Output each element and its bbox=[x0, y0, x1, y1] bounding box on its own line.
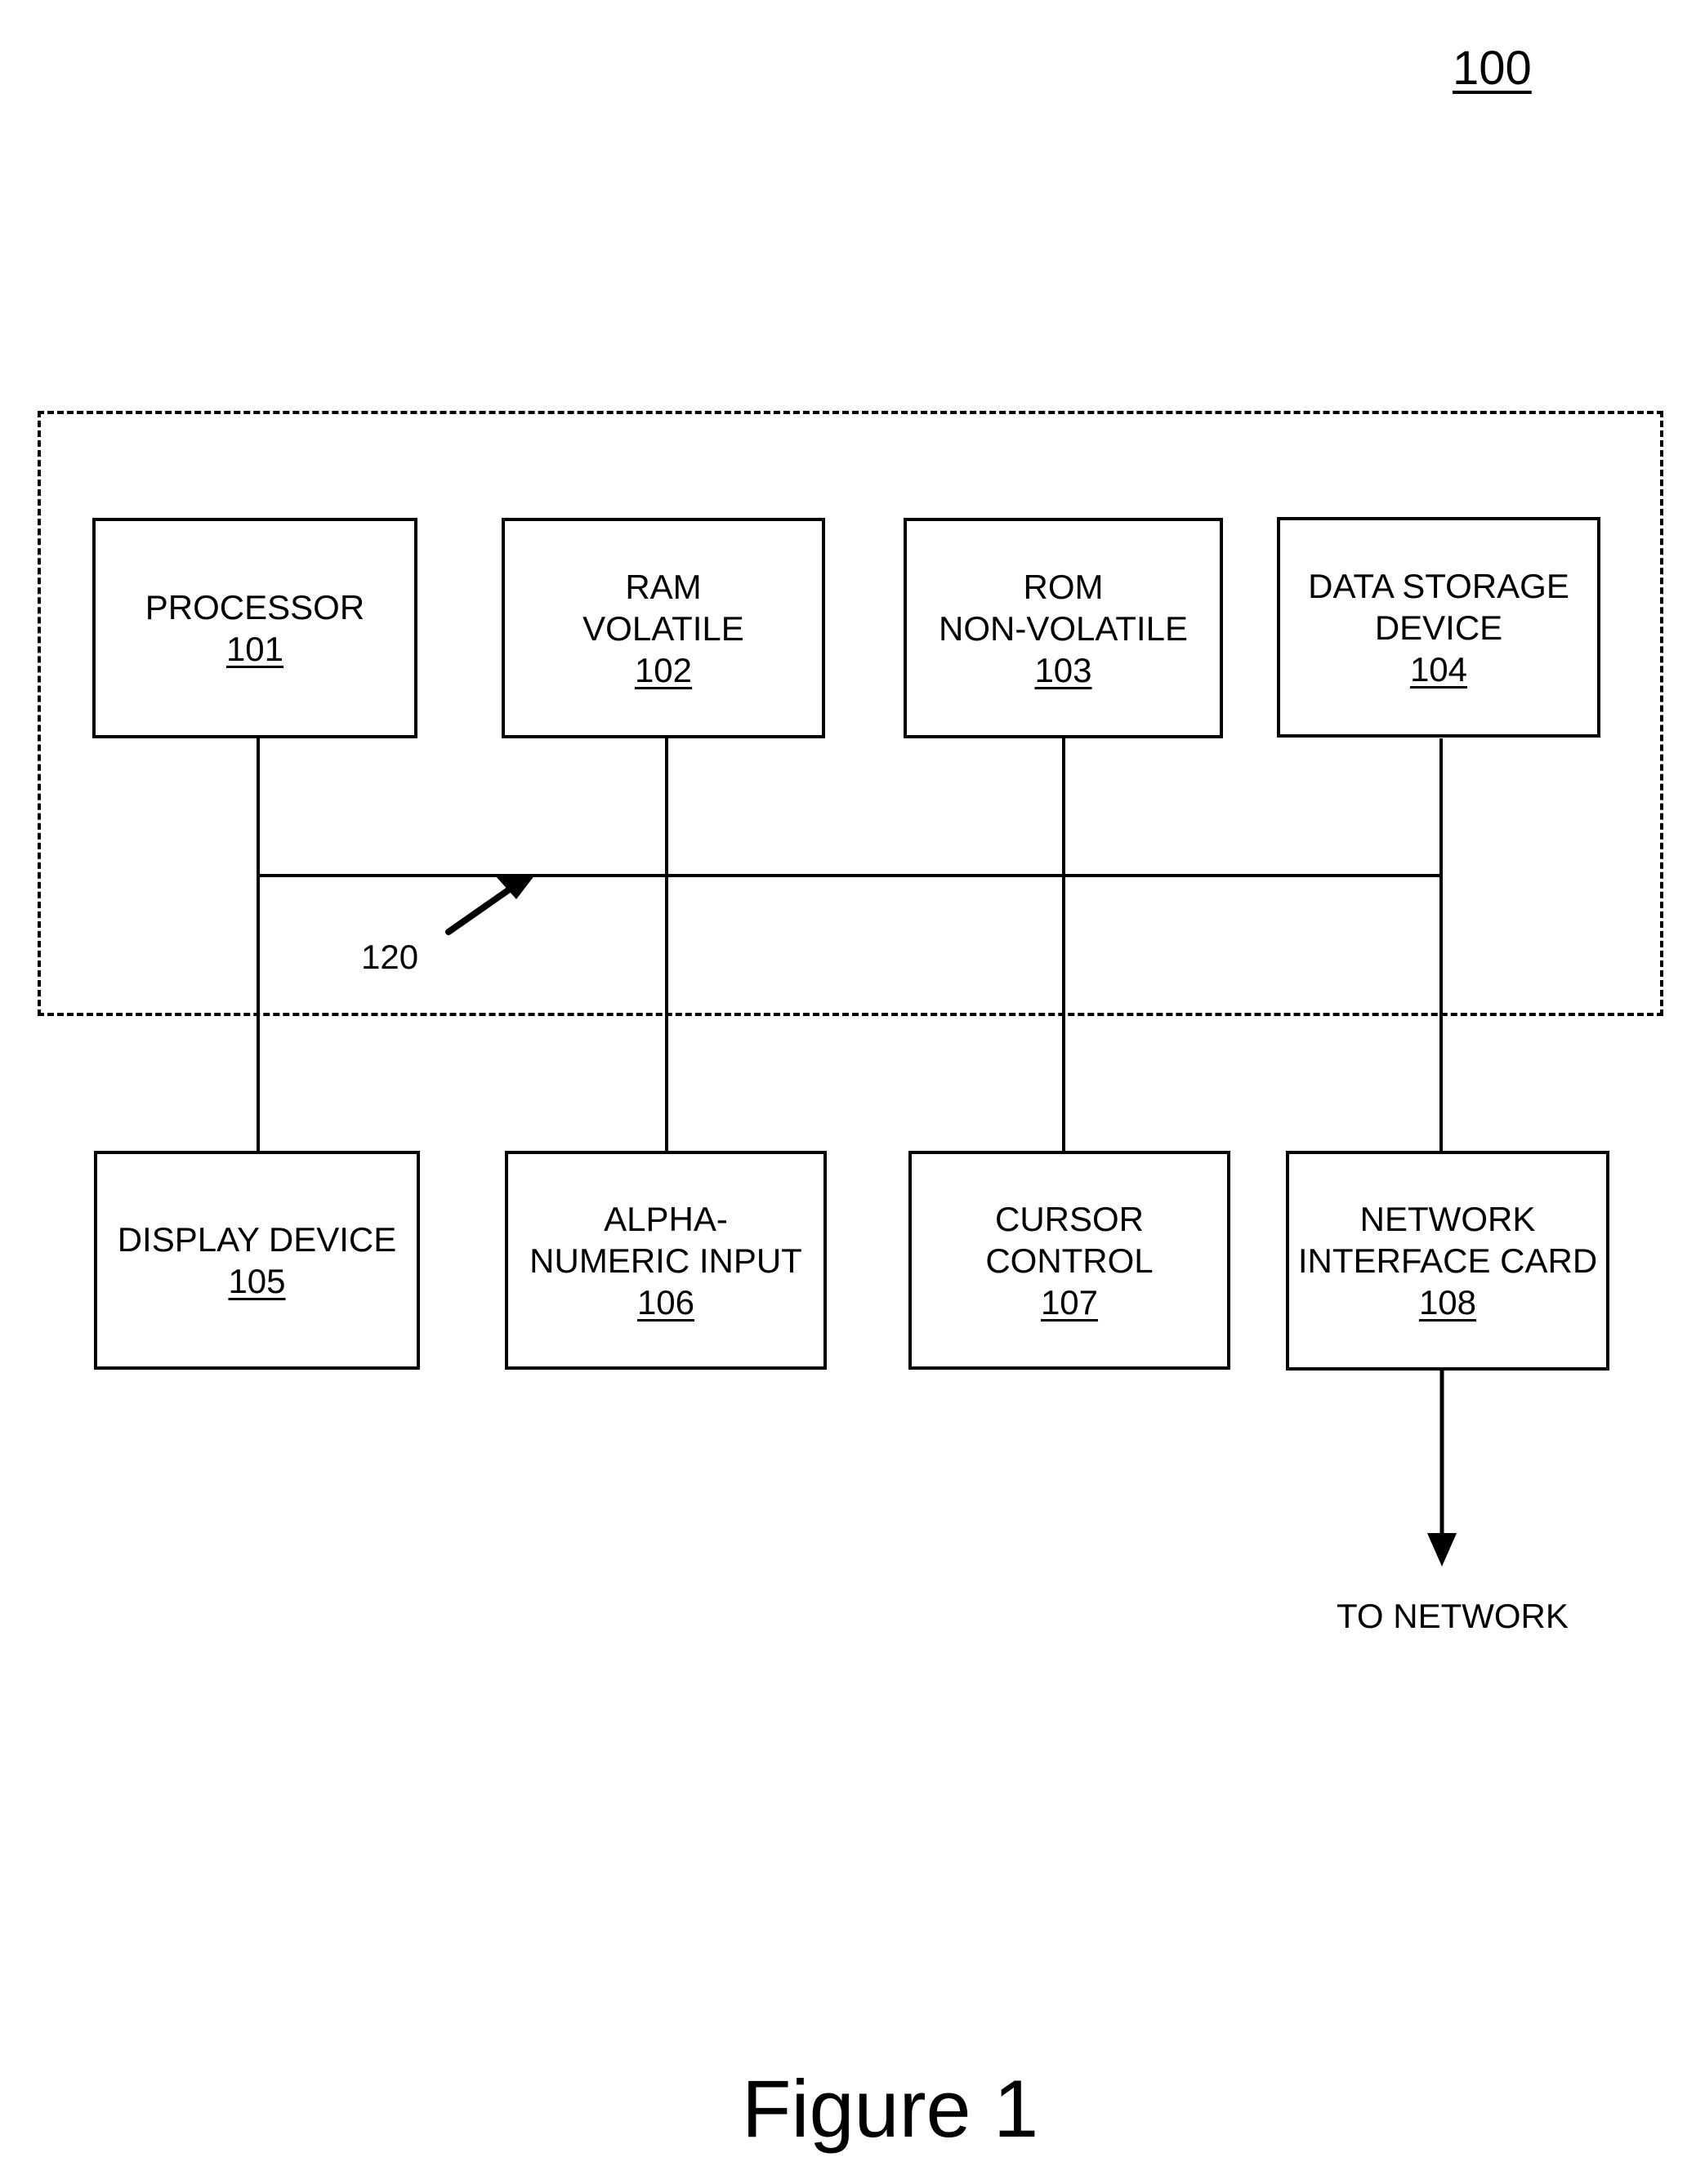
connection-lines bbox=[257, 738, 1457, 1567]
rom-label-line-2: NON-VOLATILE bbox=[939, 608, 1188, 648]
to-network-label: TO NETWORK bbox=[1337, 1597, 1569, 1635]
nic-label-line-1: NETWORK bbox=[1359, 1200, 1536, 1238]
nic-label-line-2: INTERFACE CARD bbox=[1297, 1241, 1598, 1280]
rom-ref: 103 bbox=[1034, 650, 1092, 689]
cursor-control-label-line-1: CURSOR bbox=[994, 1199, 1144, 1238]
display-device-ref: 105 bbox=[228, 1262, 286, 1300]
processor-box: PROCESSOR 101 bbox=[92, 518, 417, 738]
bus-label: 120 bbox=[361, 938, 419, 976]
data-storage-ref: 104 bbox=[1409, 649, 1468, 689]
alphanumeric-label-line-2: NUMERIC INPUT bbox=[529, 1241, 802, 1280]
figure-reference-number: 100 bbox=[1453, 42, 1532, 95]
figure-caption: Figure 1 bbox=[742, 2063, 1039, 2154]
alphanumeric-ref: 106 bbox=[636, 1282, 695, 1322]
cursor-control-label-line-2: CONTROL bbox=[985, 1241, 1154, 1280]
rom-label-line-1: ROM bbox=[1023, 567, 1104, 606]
ram-ref: 102 bbox=[634, 650, 693, 689]
cursor-control-box: CURSOR CONTROL 107 bbox=[908, 1151, 1230, 1370]
nic-ref: 108 bbox=[1418, 1283, 1477, 1322]
network-arrowhead bbox=[1427, 1533, 1457, 1567]
display-device-label: DISPLAY DEVICE bbox=[117, 1220, 397, 1259]
data-storage-label-line-2: DEVICE bbox=[1374, 608, 1503, 647]
ram-label-line-2: VOLATILE bbox=[582, 608, 744, 648]
ram-box: RAM VOLATILE 102 bbox=[502, 518, 825, 738]
cursor-control-ref: 107 bbox=[1040, 1282, 1099, 1322]
rom-box: ROM NON-VOLATILE 103 bbox=[904, 518, 1223, 738]
display-device-box: DISPLAY DEVICE 105 bbox=[94, 1151, 420, 1370]
data-storage-label-line-1: DATA STORAGE bbox=[1308, 566, 1569, 605]
ram-label-line-1: RAM bbox=[625, 567, 702, 606]
processor-label: PROCESSOR bbox=[145, 588, 365, 626]
data-storage-box: DATA STORAGE DEVICE 104 bbox=[1277, 517, 1600, 738]
alphanumeric-input-box: ALPHA- NUMERIC INPUT 106 bbox=[505, 1151, 827, 1370]
network-interface-card-box: NETWORK INTERFACE CARD 108 bbox=[1286, 1151, 1609, 1371]
alphanumeric-label-line-1: ALPHA- bbox=[604, 1199, 728, 1238]
processor-ref: 101 bbox=[225, 630, 284, 668]
